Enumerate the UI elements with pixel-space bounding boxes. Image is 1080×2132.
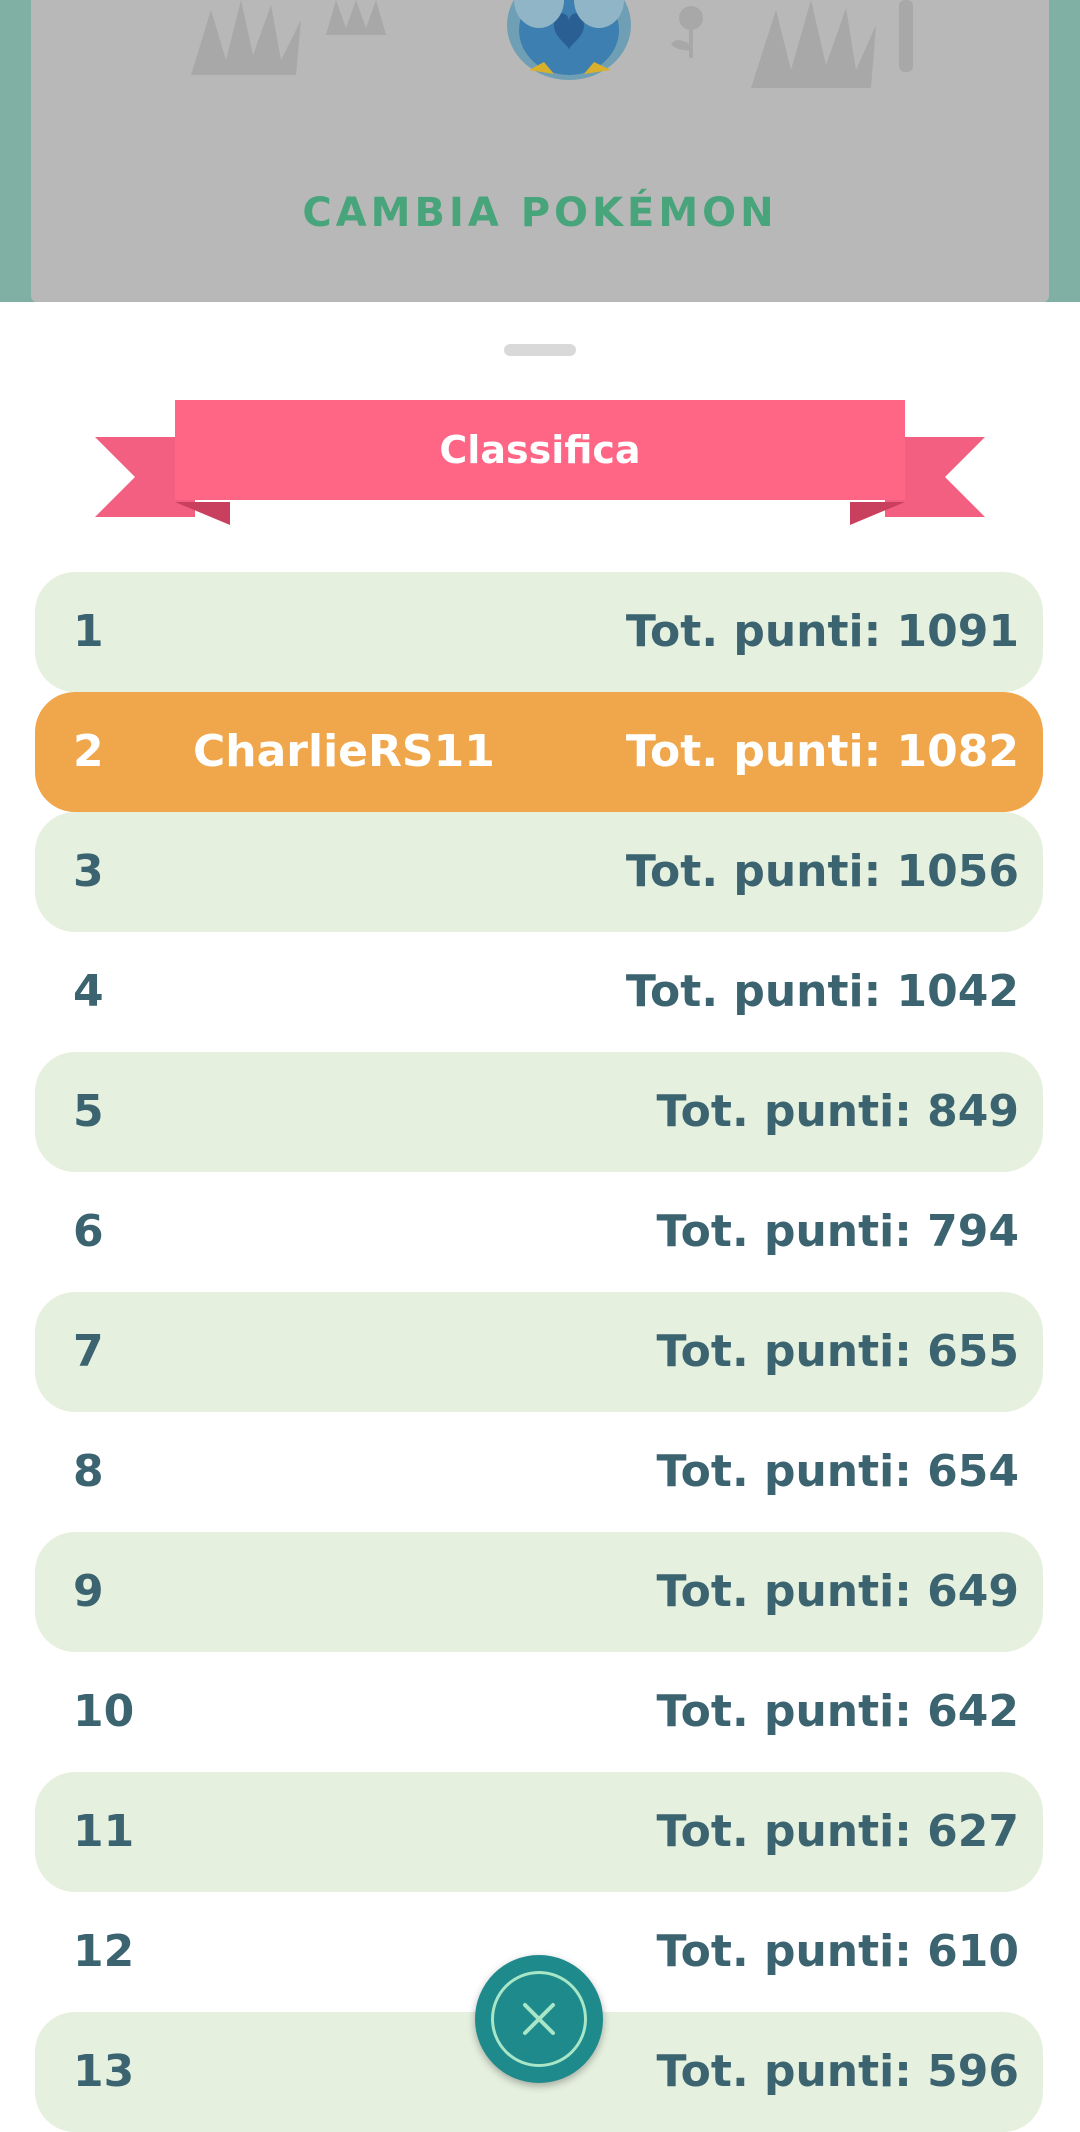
- leaderboard-sheet: Classifica 1 Tot. punti: 1091 2 CharlieR…: [0, 302, 1080, 2132]
- close-icon: [523, 2003, 555, 2035]
- leaderboard-row: 5 Tot. punti: 849: [35, 1052, 1043, 1172]
- leaderboard-row: 1 Tot. punti: 1091: [35, 572, 1043, 692]
- row-rank: 1: [73, 606, 104, 657]
- leaderboard-row: 4 Tot. punti: 1042: [35, 932, 1043, 1052]
- grass-decoration-icon: [326, 0, 386, 35]
- row-rank: 7: [73, 1326, 104, 1377]
- row-rank: 3: [73, 846, 104, 897]
- pokemon-sprite-icon[interactable]: [499, 0, 639, 90]
- row-rank: 9: [73, 1566, 104, 1617]
- grass-decoration-icon: [751, 0, 876, 88]
- leaderboard-row: 3 Tot. punti: 1056: [35, 812, 1043, 932]
- row-score: Tot. punti: 794: [656, 1206, 1019, 1257]
- leaderboard-row: 10 Tot. punti: 642: [35, 1652, 1043, 1772]
- leaderboard-title: Classifica: [439, 428, 641, 472]
- row-score: Tot. punti: 1082: [625, 726, 1019, 777]
- grass-decoration-icon: [191, 0, 301, 75]
- row-score: Tot. punti: 596: [656, 2046, 1019, 2097]
- scene-background: CAMBIA POKÉMON: [0, 0, 1080, 302]
- close-button[interactable]: [475, 1955, 603, 2083]
- leaderboard-row: 7 Tot. punti: 655: [35, 1292, 1043, 1412]
- flower-decoration-icon: [671, 6, 703, 58]
- row-rank: 6: [73, 1206, 104, 1257]
- row-score: Tot. punti: 1056: [625, 846, 1019, 897]
- row-rank: 5: [73, 1086, 104, 1137]
- row-rank: 4: [73, 966, 104, 1017]
- leaderboard-row-current-player: 2 CharlieRS11 Tot. punti: 1082: [35, 692, 1043, 812]
- leaderboard-list[interactable]: 1 Tot. punti: 1091 2 CharlieRS11 Tot. pu…: [35, 572, 1043, 2132]
- row-rank: 10: [73, 1686, 135, 1737]
- row-score: Tot. punti: 610: [656, 1926, 1019, 1977]
- row-score: Tot. punti: 649: [656, 1566, 1019, 1617]
- row-score: Tot. punti: 1042: [625, 966, 1019, 1017]
- row-score: Tot. punti: 655: [656, 1326, 1019, 1377]
- row-rank: 12: [73, 1926, 135, 1977]
- row-rank: 2: [73, 726, 104, 777]
- row-rank: 13: [73, 2046, 135, 2097]
- leaderboard-row: 8 Tot. punti: 654: [35, 1412, 1043, 1532]
- sheet-drag-handle[interactable]: [504, 344, 576, 356]
- change-pokemon-button[interactable]: CAMBIA POKÉMON: [31, 190, 1049, 236]
- pokemon-scene-card[interactable]: CAMBIA POKÉMON: [31, 0, 1049, 302]
- row-score: Tot. punti: 654: [656, 1446, 1019, 1497]
- leaderboard-row: 6 Tot. punti: 794: [35, 1172, 1043, 1292]
- row-score: Tot. punti: 627: [656, 1806, 1019, 1857]
- row-score: Tot. punti: 849: [656, 1086, 1019, 1137]
- row-score: Tot. punti: 642: [656, 1686, 1019, 1737]
- row-rank: 8: [73, 1446, 104, 1497]
- leaderboard-row: 11 Tot. punti: 627: [35, 1772, 1043, 1892]
- row-player-name: CharlieRS11: [193, 726, 495, 777]
- row-score: Tot. punti: 1091: [625, 606, 1019, 657]
- row-rank: 11: [73, 1806, 135, 1857]
- leaderboard-row: 9 Tot. punti: 649: [35, 1532, 1043, 1652]
- post-decoration-icon: [899, 0, 913, 72]
